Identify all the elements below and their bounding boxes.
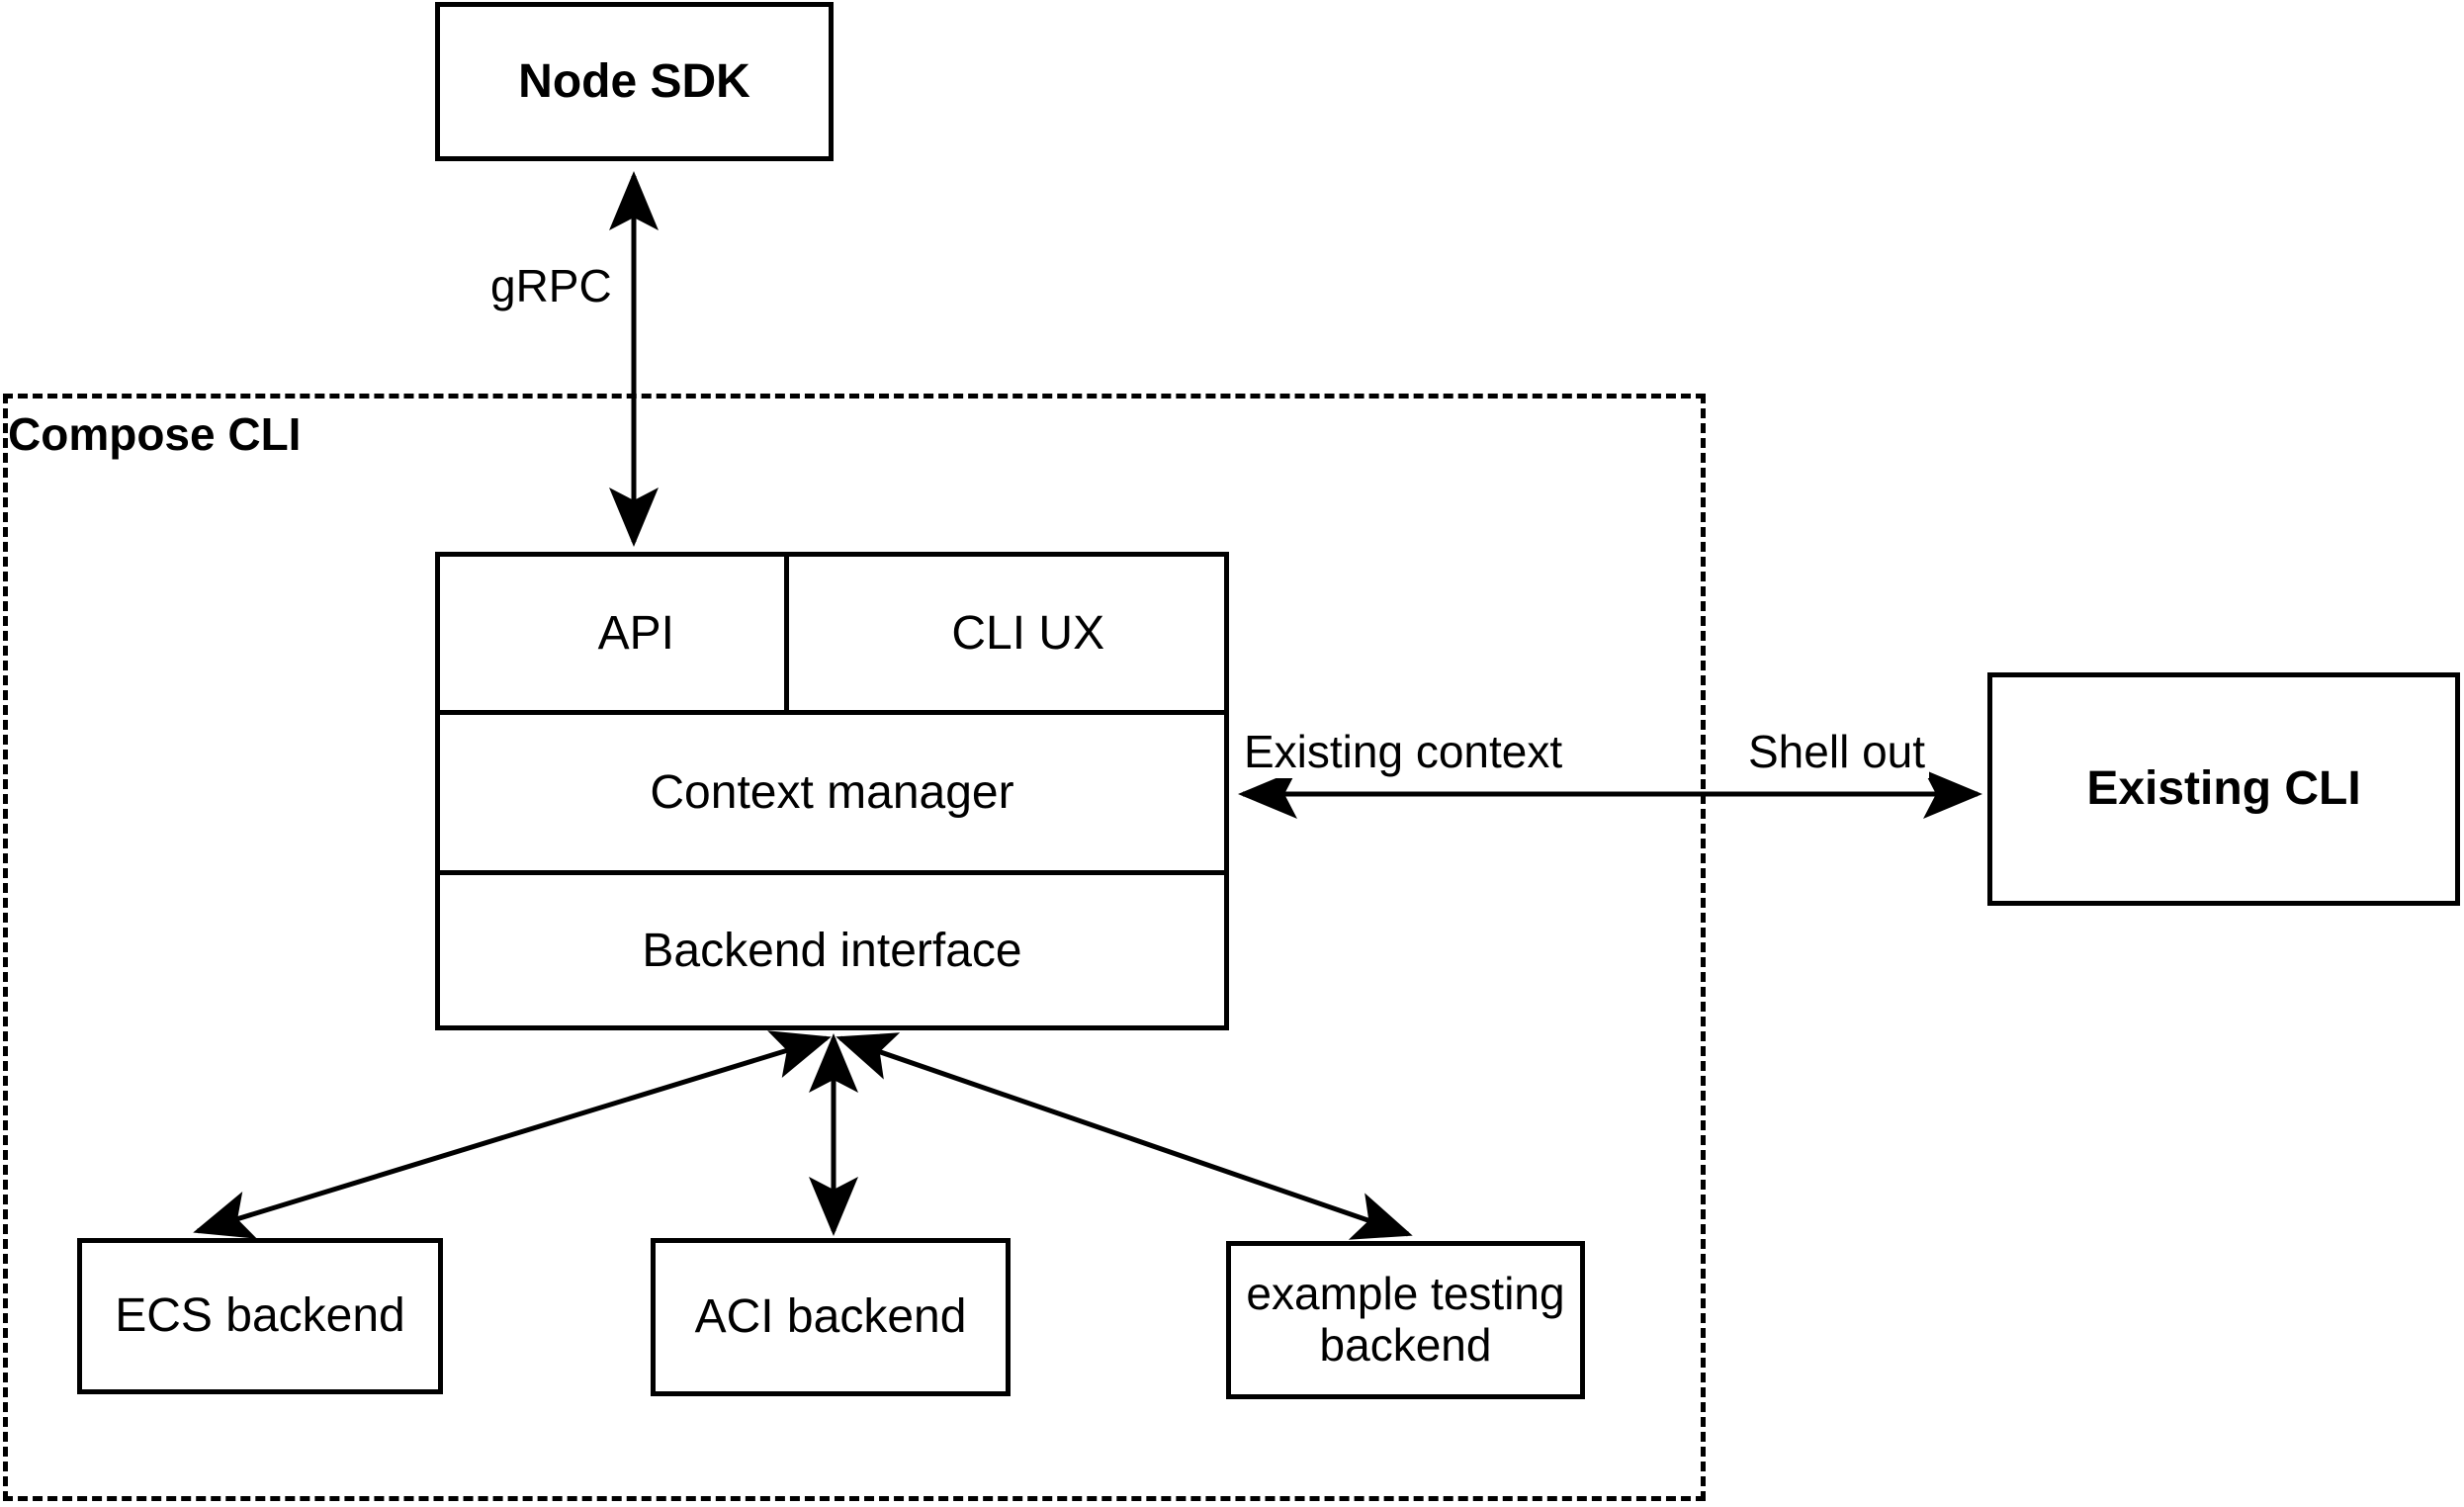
existing-cli-label: Existing CLI — [2086, 762, 2361, 816]
backend-interface-label: Backend interface — [642, 924, 1022, 977]
core-row-api-cliux: API CLI UX — [440, 557, 1224, 710]
edge-label-grpc: gRPC — [486, 259, 616, 312]
node-sdk-label: Node SDK — [518, 54, 750, 108]
example-testing-backend-box[interactable]: example testing backend — [1226, 1241, 1585, 1399]
api-cell[interactable]: API — [440, 557, 833, 710]
example-testing-backend-label: example testing backend — [1236, 1269, 1574, 1371]
compose-cli-group-title: Compose CLI — [8, 408, 302, 460]
context-manager-cell[interactable]: Context manager — [440, 715, 1224, 870]
compose-cli-core-stack: API CLI UX Context manager Backend inter… — [435, 552, 1229, 1030]
aci-backend-label: ACI backend — [694, 1290, 967, 1344]
cli-ux-cell[interactable]: CLI UX — [833, 557, 1225, 710]
existing-cli-box[interactable]: Existing CLI — [1987, 672, 2460, 906]
edge-label-existing-context: Existing context — [1240, 725, 1567, 778]
edge-label-shell-out: Shell out — [1744, 725, 1930, 778]
ecs-backend-box[interactable]: ECS backend — [77, 1238, 443, 1394]
api-label: API — [597, 607, 674, 660]
context-manager-label: Context manager — [650, 766, 1014, 819]
backend-interface-cell[interactable]: Backend interface — [440, 875, 1224, 1025]
api-cliux-divider — [784, 557, 789, 710]
node-sdk-box[interactable]: Node SDK — [435, 2, 834, 161]
cli-ux-label: CLI UX — [951, 607, 1105, 660]
ecs-backend-label: ECS backend — [115, 1289, 405, 1343]
diagram-canvas: Compose CLI Node SDK gRPC API CLI UX Con… — [0, 0, 2464, 1507]
aci-backend-box[interactable]: ACI backend — [651, 1238, 1011, 1396]
example-testing-backend-label-line2: backend — [1319, 1319, 1492, 1371]
example-testing-backend-label-line1: example testing — [1246, 1268, 1565, 1320]
